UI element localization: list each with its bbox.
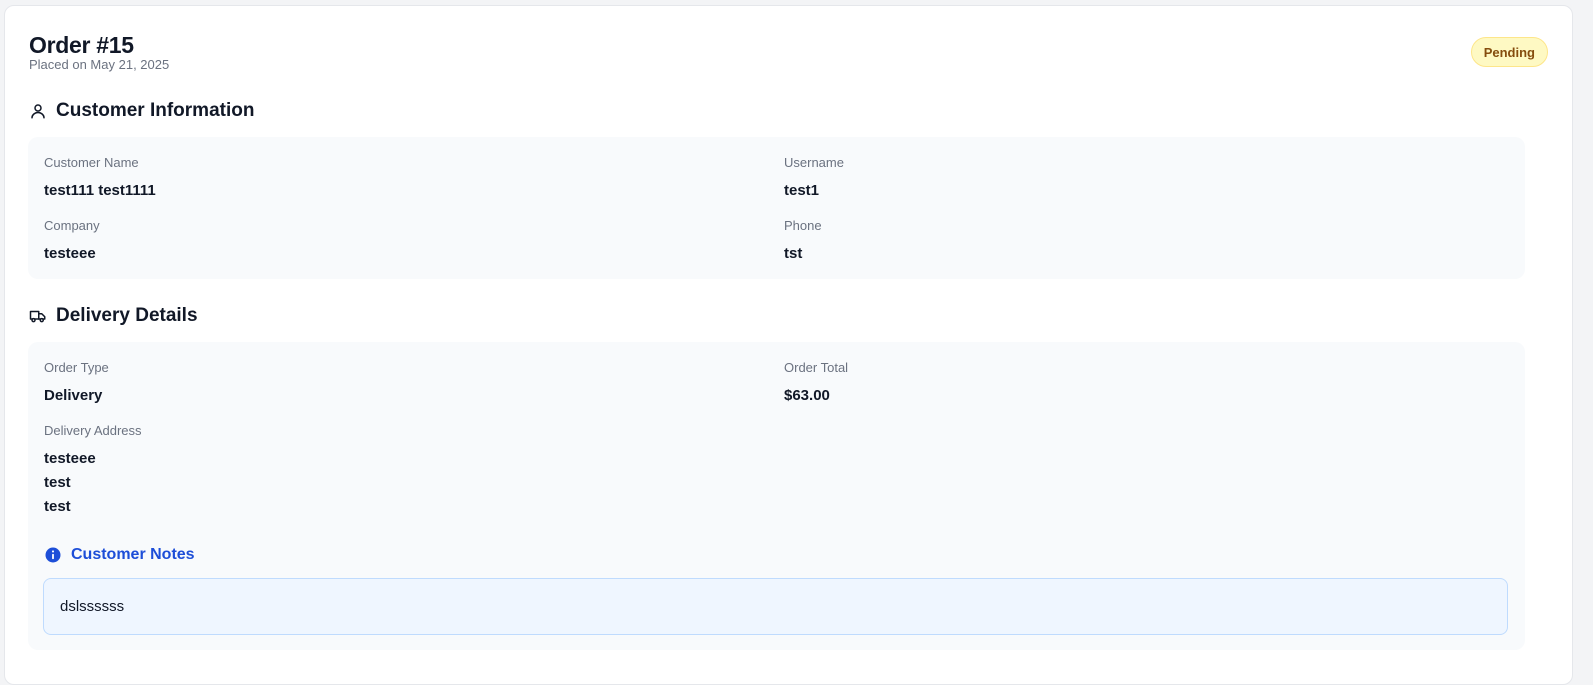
customer-name-label: Customer Name [44, 155, 139, 170]
company-label: Company [44, 218, 100, 233]
delivery-section-header: Delivery Details [29, 305, 198, 327]
order-date: Placed on May 21, 2025 [29, 57, 170, 72]
address-line: test [44, 498, 71, 515]
order-type-value: Delivery [44, 387, 103, 404]
phone-field: Phone tst [784, 218, 822, 266]
info-icon [44, 546, 62, 564]
address-line: test [44, 474, 71, 491]
customer-section-header: Customer Information [29, 100, 254, 122]
user-icon [29, 102, 47, 120]
username-label: Username [784, 155, 844, 170]
customer-notes-box: dslssssss [43, 578, 1508, 635]
customer-name-value: test111 test1111 [44, 182, 156, 199]
customer-name-field: Customer Name test111 test1111 [44, 155, 156, 203]
username-value: test1 [784, 182, 820, 199]
order-title: Order #15 [29, 32, 134, 58]
customer-panel: Customer Name test111 test1111 Username … [28, 137, 1525, 279]
delivery-section-title: Delivery Details [56, 305, 198, 326]
company-value: testeee [44, 245, 96, 262]
delivery-panel: Order Type Delivery Order Total $63.00 D… [28, 342, 1525, 650]
order-type-field: Order Type Delivery [44, 360, 109, 408]
order-card: Order #15 Placed on May 21, 2025 Pending… [4, 5, 1573, 685]
notes-section-header: Customer Notes [44, 546, 195, 564]
status-badge: Pending [1470, 37, 1548, 67]
order-type-label: Order Type [44, 360, 109, 375]
notes-section-title: Customer Notes [71, 546, 195, 563]
phone-label: Phone [784, 218, 822, 233]
company-field: Company testeee [44, 218, 100, 266]
order-total-label: Order Total [784, 360, 849, 375]
phone-value: tst [784, 245, 803, 262]
customer-section-title: Customer Information [56, 100, 255, 121]
username-field: Username test1 [784, 155, 844, 203]
truck-icon [29, 307, 47, 325]
delivery-address-label: Delivery Address [44, 423, 142, 438]
order-total-value: $63.00 [784, 387, 830, 404]
address-line: testeee [44, 450, 96, 467]
order-total-field: Order Total $63.00 [784, 360, 848, 408]
delivery-address-field: Delivery Address testeee test test [44, 423, 142, 519]
